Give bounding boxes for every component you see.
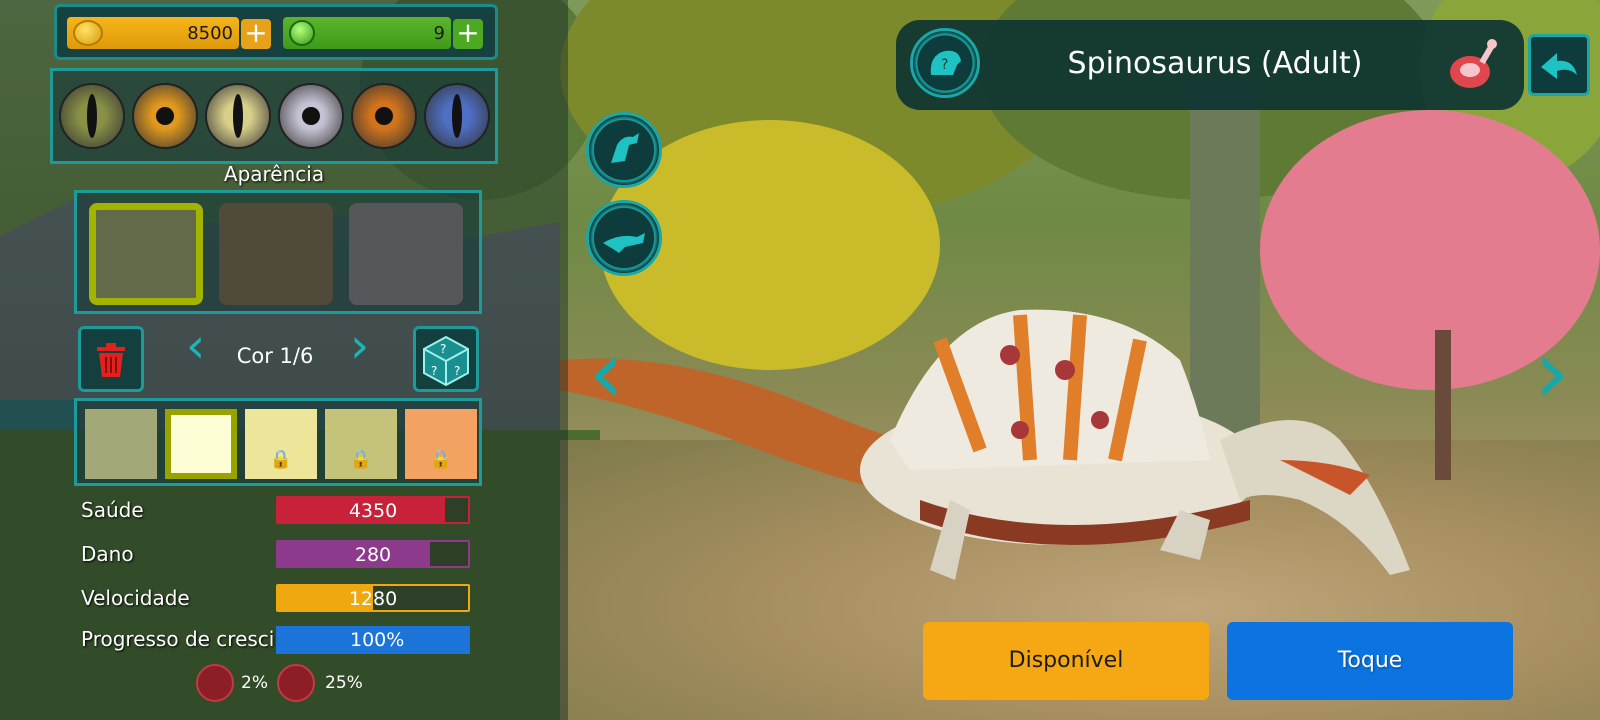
color-index-label: Cor 1/6 [236,344,314,368]
pupil [452,94,462,138]
dino-crouch-button[interactable] [586,200,662,276]
stat-bar: 4350 [276,496,470,524]
gem-icon [289,20,315,46]
next-color-arrow[interactable]: › [350,318,369,374]
available-button[interactable]: Disponível [923,622,1209,700]
dino-pose-button[interactable] [586,112,662,188]
appearance-title: Aparência [223,162,325,186]
stat-value: 280 [354,544,392,566]
add-gold-button[interactable]: + [241,19,271,49]
dino-name: Spinosaurus (Adult) [1067,46,1363,81]
dino-standing-icon [611,133,639,163]
eye-option[interactable] [132,83,198,149]
gold-bar: 8500 [67,17,239,49]
gold-value: 8500 [187,23,233,44]
gold-coin-icon [73,20,103,46]
prev-dino-arrow[interactable]: ‹ [588,320,624,425]
eye-option[interactable] [351,83,417,149]
stat-label: Dano [81,542,134,566]
stat-label: Saúde [81,498,144,522]
meat-bonus-icon [277,664,315,702]
svg-text:?: ? [941,57,948,73]
eye-option[interactable] [424,83,490,149]
color-swatch[interactable]: 🔒 [405,409,477,479]
stat-bar: 280 [276,540,470,568]
pupil [375,107,393,125]
color-swatch[interactable]: 🔒 [245,409,317,479]
gems-bar: 9 [283,17,451,49]
dino-head-question-icon: ? [930,50,961,75]
delete-color-button[interactable] [78,326,144,392]
meat-icon [1450,39,1497,88]
pupil [156,107,174,125]
eye-selector [50,68,498,164]
lock-icon: 🔒 [429,449,453,470]
back-button[interactable] [1528,34,1590,96]
bonus-second-pct: 25% [325,673,363,693]
pattern-option[interactable] [89,203,203,305]
bone-meat-bonus-icon [196,664,234,702]
dino-info-button[interactable]: ? [910,28,980,98]
growth-value: 100% [350,629,405,651]
eye-option[interactable] [205,83,271,149]
lock-icon: 🔒 [269,449,293,470]
dino-crouching-icon [603,233,645,253]
pupil [233,94,243,138]
svg-text:?: ? [454,364,460,378]
gems-value: 9 [433,23,445,44]
color-swatch[interactable]: 🔒 [325,409,397,479]
stat-label: Velocidade [81,586,190,610]
pupil [302,107,320,125]
svg-text:?: ? [431,364,437,378]
lock-icon: 🔒 [349,449,373,470]
stat-value: 1280 [348,588,398,610]
back-arrow-icon [1541,53,1577,79]
color-swatch-row: 🔒 🔒 🔒 [74,398,482,486]
pattern-option[interactable] [219,203,333,305]
eye-option[interactable] [59,83,125,149]
color-swatch[interactable] [85,409,157,479]
currency-bar: 8500 + 9 + [54,4,498,60]
trash-icon [97,343,125,377]
color-swatch[interactable] [165,409,237,479]
pattern-selector [74,190,482,314]
eye-option[interactable] [278,83,344,149]
touch-button[interactable]: Toque [1227,622,1513,700]
add-gems-button[interactable]: + [453,19,483,49]
spinosaurus-model[interactable] [560,300,1460,620]
random-color-button[interactable]: ? ? ? [413,326,479,392]
dice-icon: ? ? ? [423,335,469,387]
bonus-first-pct: 2% [241,673,268,693]
stat-bar: 1280 [276,584,470,612]
pattern-option[interactable] [349,203,463,305]
pupil [87,94,97,138]
next-dino-arrow[interactable]: › [1534,320,1570,425]
growth-progress-bar: 100% [276,626,470,654]
svg-text:?: ? [440,342,446,356]
dino-title-bar: ? Spinosaurus (Adult) [896,20,1524,110]
stat-value: 4350 [348,500,398,522]
